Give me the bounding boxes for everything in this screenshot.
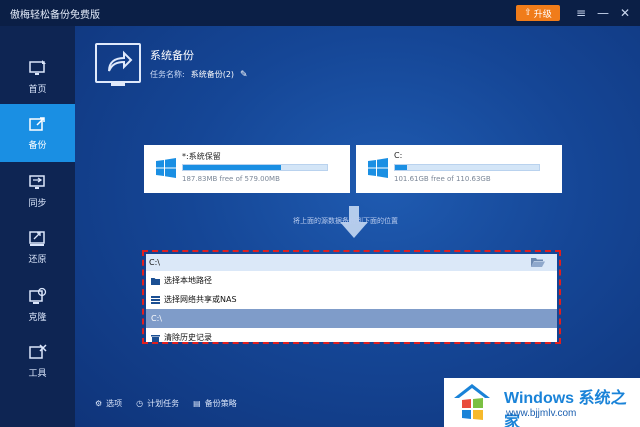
sidebar-item-label: 首页 xyxy=(28,85,47,95)
sidebar: 首页 备份 同步 还原 克隆 工具 xyxy=(0,26,75,427)
option-c-drive[interactable]: C:\ xyxy=(146,309,557,328)
monitor-stand xyxy=(111,83,125,86)
sidebar-item-label: 工具 xyxy=(28,369,47,379)
menu-icon[interactable]: ≡ xyxy=(572,4,590,22)
task-name-label: 任务名称: xyxy=(150,70,185,79)
upgrade-label: 升级 xyxy=(533,9,552,20)
option-label: C:\ xyxy=(151,314,162,323)
target-drive-card[interactable]: C: 101.61GB free of 110.63GB xyxy=(356,145,562,193)
task-name-row: 任务名称: 系统备份(2) ✎ xyxy=(150,69,248,80)
system-backup-monitor-icon xyxy=(95,43,141,86)
target-usage-fill xyxy=(395,165,407,170)
windows-logo-icon xyxy=(368,158,388,178)
sidebar-item-sync[interactable]: 同步 xyxy=(0,162,75,220)
sidebar-item-label: 备份 xyxy=(28,141,47,151)
source-free-space: 187.83MB free of 579.00MB xyxy=(182,175,280,183)
option-clear-history[interactable]: 清除历史记录 xyxy=(146,328,557,347)
share-arrow-icon xyxy=(108,50,133,72)
backup-strategy-button[interactable]: ▤ 备份策略 xyxy=(193,398,237,409)
edit-pencil-icon[interactable]: ✎ xyxy=(240,70,248,80)
tools-icon xyxy=(28,344,47,359)
backup-icon xyxy=(28,117,45,131)
target-usage-bar xyxy=(394,164,540,171)
source-drive-card[interactable]: *:系统保留 187.83MB free of 579.00MB xyxy=(144,145,350,193)
watermark-brand-name: Windows xyxy=(504,390,575,407)
watermark: Windows 系统之家 www.bjjmlv.com xyxy=(444,378,640,427)
source-drive-name: *:系统保留 xyxy=(182,152,221,161)
sync-icon xyxy=(28,175,45,189)
clock-icon: ◷ xyxy=(136,399,144,408)
option-network-share[interactable]: 选择网络共享或NAS xyxy=(146,290,557,309)
task-name-value: 系统备份(2) xyxy=(190,70,235,79)
open-folder-icon[interactable] xyxy=(531,256,545,268)
options-label: 选项 xyxy=(106,399,123,408)
sidebar-item-label: 同步 xyxy=(28,199,47,209)
watermark-brand: Windows 系统之家 xyxy=(504,384,640,427)
main-panel: 系统备份 任务名称: 系统备份(2) ✎ *:系统保留 187.83MB fre… xyxy=(75,26,640,427)
destination-path-value: C:\ xyxy=(149,258,160,267)
folder-icon xyxy=(151,277,160,285)
windows-house-logo-icon xyxy=(454,384,490,420)
sidebar-item-home[interactable]: 首页 xyxy=(0,48,75,106)
clear-history-icon xyxy=(151,334,160,342)
sidebar-item-label: 克隆 xyxy=(28,313,47,323)
source-usage-fill xyxy=(183,165,281,170)
watermark-url: www.bjjmlv.com xyxy=(506,408,577,419)
option-label: 选择网络共享或NAS xyxy=(164,295,237,304)
footer-bar: ⚙ 选项 ◷ 计划任务 ▤ 备份策略 xyxy=(95,398,237,409)
schedule-label: 计划任务 xyxy=(147,399,180,408)
sidebar-item-restore[interactable]: 还原 xyxy=(0,218,75,276)
destination-path-input[interactable]: C:\ xyxy=(146,254,557,271)
strategy-icon: ▤ xyxy=(193,399,201,408)
options-button[interactable]: ⚙ 选项 xyxy=(95,398,122,409)
option-label: 清除历史记录 xyxy=(164,333,212,342)
sidebar-item-backup[interactable]: 备份 xyxy=(0,104,75,162)
option-label: 选择本地路径 xyxy=(164,276,212,285)
windows-logo-icon xyxy=(156,158,176,178)
restore-icon xyxy=(28,231,45,246)
home-monitor-icon xyxy=(28,60,46,75)
dropdown-options-list: 选择本地路径 选择网络共享或NAS C:\ 清除历史记录 xyxy=(146,271,557,342)
sidebar-item-clone[interactable]: 克隆 xyxy=(0,276,75,334)
schedule-button[interactable]: ◷ 计划任务 xyxy=(136,398,179,409)
page-title: 系统备份 xyxy=(150,49,194,62)
clone-icon xyxy=(28,287,46,304)
close-button[interactable]: ✕ xyxy=(616,4,634,22)
target-free-space: 101.61GB free of 110.63GB xyxy=(394,175,491,183)
upgrade-button[interactable]: ⇧ 升级 xyxy=(516,5,560,21)
app-title: 傲梅轻松备份免费版 xyxy=(10,9,100,21)
sidebar-item-tools[interactable]: 工具 xyxy=(0,332,75,390)
title-bar: 傲梅轻松备份免费版 ⇧ 升级 ≡ — ✕ xyxy=(0,0,640,26)
option-local-path[interactable]: 选择本地路径 xyxy=(146,271,557,290)
hint-text: 将上面的源数据备份到下面的位置 xyxy=(293,217,398,225)
gear-icon: ⚙ xyxy=(95,399,103,408)
sidebar-item-label: 还原 xyxy=(28,255,47,265)
target-drive-name: C: xyxy=(394,151,403,160)
destination-dropdown[interactable]: C:\ 选择本地路径 选择网络共享或NAS C:\ 清除历史记录 xyxy=(142,250,561,344)
strategy-label: 备份策略 xyxy=(204,399,237,408)
upgrade-arrow-icon: ⇧ xyxy=(524,8,532,18)
source-usage-bar xyxy=(182,164,328,171)
minimize-button[interactable]: — xyxy=(594,4,612,22)
network-share-icon xyxy=(151,295,160,304)
